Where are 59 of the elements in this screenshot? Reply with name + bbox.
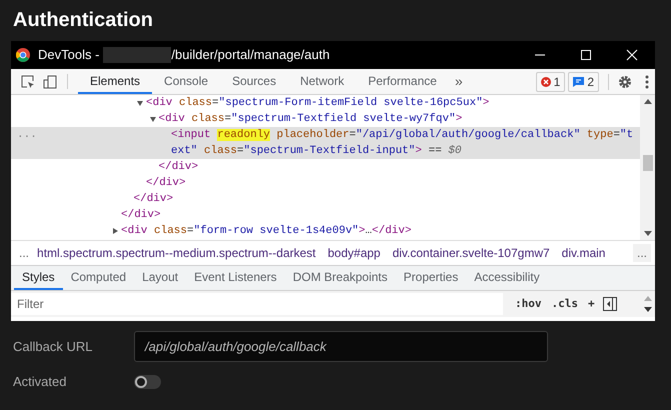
styles-tab[interactable]: DOM Breakpoints [284,266,396,290]
filter-input[interactable]: Filter [11,293,503,315]
dom-node-line[interactable]: </div> [121,207,167,223]
scroll-down-icon[interactable] [644,231,652,236]
devtools-tab[interactable]: Sources [220,69,288,94]
styles-tab[interactable]: Accessibility [466,266,548,290]
style-toolbar-button[interactable]: + [588,296,595,312]
style-toolbar-button[interactable]: .cls [552,296,578,312]
style-toolbar-button[interactable]: :hov [515,296,542,312]
toggle-sidebar-icon[interactable] [602,297,617,311]
styles-tab[interactable]: Event Listeners [186,266,285,290]
more-tabs-button[interactable]: » [448,71,469,92]
window-title: DevTools - [38,46,100,64]
dom-node-line[interactable]: </div> [134,191,180,207]
browser-logo-icon [16,48,30,62]
breadcrumb-item[interactable]: div.container.svelte-107gmw7 [392,244,550,262]
message-icon [573,76,584,86]
settings-icon[interactable] [618,74,632,88]
maximize-icon[interactable] [580,49,592,61]
expanded-triangle-icon[interactable] [150,116,156,122]
styles-tab[interactable]: Computed [62,266,134,290]
dom-node-line[interactable]: <input readonly placeholder="/api/global/auth/google/callback" type="text" class="spectrum-Textfield-input"> == $0 [171,127,640,159]
styles-tab[interactable]: Layout [134,266,186,290]
field-placeholder: /api/global/auth/google/callback [145,338,326,356]
messages-badge[interactable]: 2 [568,72,599,92]
device-toolbar-icon[interactable] [43,74,57,88]
field-label: Activated [13,373,68,392]
breadcrumb-item[interactable]: div.main [562,244,606,262]
dom-node-line[interactable]: <div class="form-row svelte-1s4e09v">…</div> [121,223,418,239]
breadcrumb-overflow-left[interactable]: ... [11,244,38,262]
selection-marker: ... [17,129,37,141]
scroll-up-icon[interactable] [644,99,652,104]
dom-node-line[interactable]: <div class="spectrum-Textfield svelte-wy7fqv"> [158,111,468,127]
scrollbar-thumb[interactable] [642,155,652,171]
devtools-tab[interactable]: Performance [356,69,449,94]
scrollbar[interactable] [640,95,655,240]
breadcrumb-item[interactable]: html.spectrum.spectrum--medium.spectrum--darkest [37,244,316,262]
devtools-tab[interactable]: Network [288,69,356,94]
callback-url-field[interactable]: /api/global/auth/google/callback [134,331,548,362]
breadcrumb-overflow-right[interactable]: ... [632,244,651,262]
window-title-path: /builder/portal/manage/auth [171,46,330,64]
expanded-triangle-icon[interactable] [137,100,143,106]
inspect-element-icon[interactable] [21,74,35,88]
styles-tab[interactable]: Properties [396,266,466,290]
breadcrumb-item[interactable]: body#app [328,244,380,262]
scroll-arrows-icon[interactable] [644,296,652,312]
devtools-tab[interactable]: Console [152,69,220,94]
toggle-switch[interactable] [134,375,161,389]
errors-badge[interactable]: 1 [536,72,566,92]
error-icon [540,76,551,86]
collapsed-triangle-icon[interactable] [112,228,118,234]
dom-node-line[interactable]: </div> [146,175,192,191]
dom-node-line[interactable]: </div> [158,159,204,175]
redacted-block [103,47,172,63]
field-label: Callback URL [13,338,94,356]
dom-node-line[interactable]: <div class="spectrum-Form-itemField svelte-16pc5ux"> [146,95,496,111]
close-icon[interactable] [626,49,638,61]
page-title: Authentication [13,8,154,33]
more-options-icon[interactable] [645,74,649,88]
